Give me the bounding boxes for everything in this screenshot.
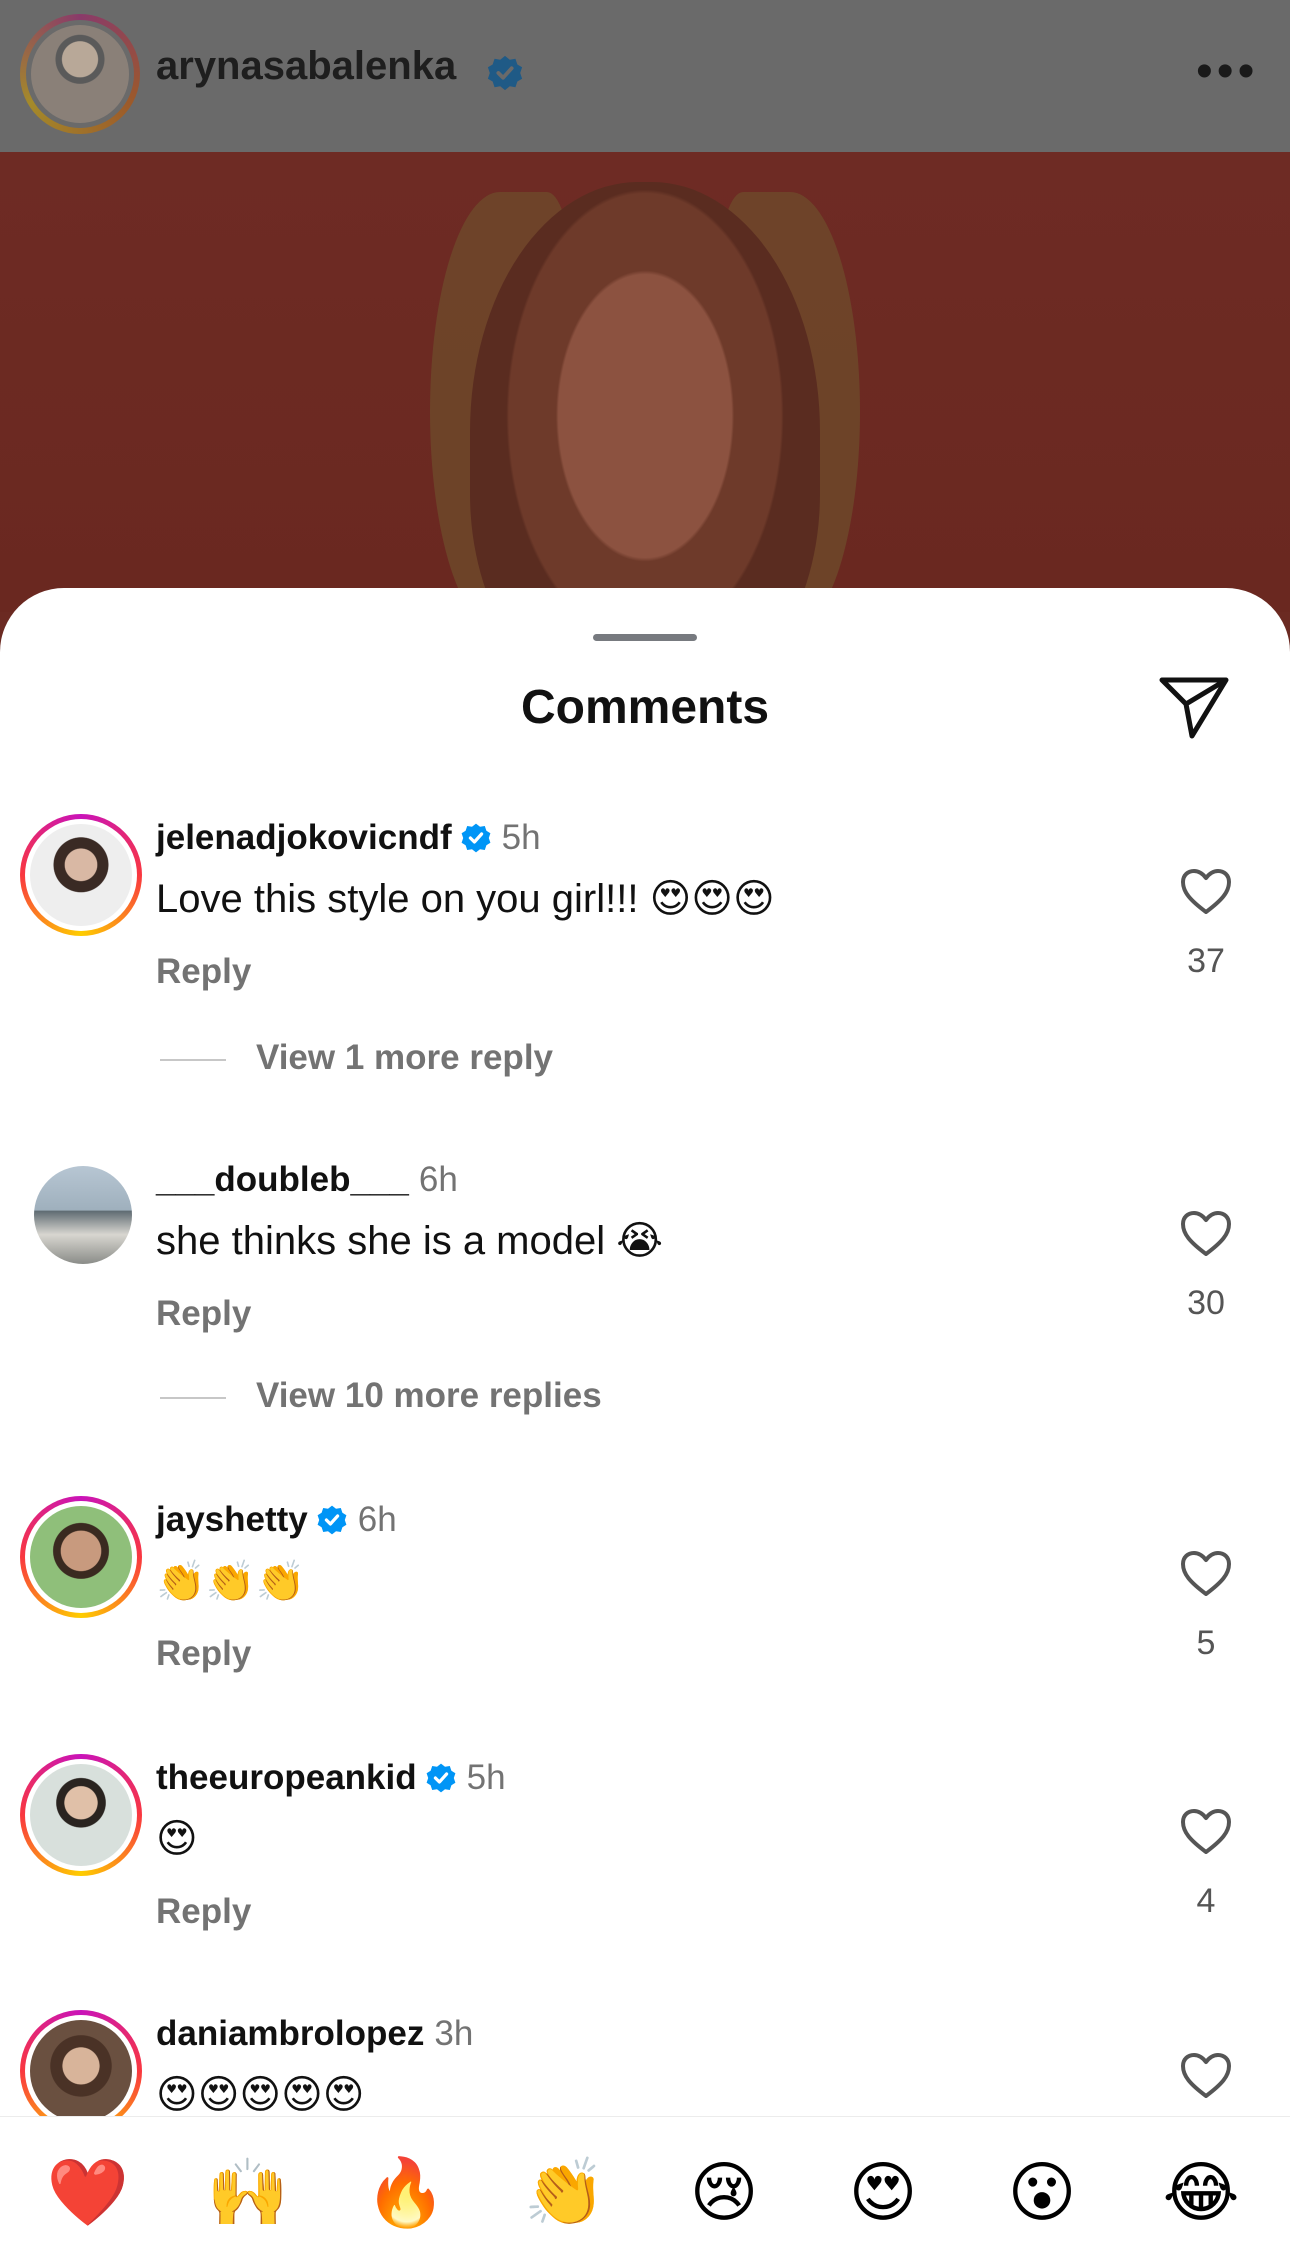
divider	[160, 1059, 226, 1061]
reply-button[interactable]: Reply	[156, 952, 251, 992]
comment-username[interactable]: theeuropeankid	[156, 1758, 417, 1797]
comment-item: theeuropeankid 5h 😍 Reply 4	[0, 1754, 1290, 1994]
reply-button[interactable]: Reply	[156, 1634, 251, 1674]
comment-item: ___doubleb___ 6h she thinks she is a mode…	[0, 1156, 1290, 1396]
verified-badge-icon	[317, 1505, 347, 1535]
post-author-avatar[interactable]	[20, 14, 140, 134]
comment-text: 😍	[156, 1816, 198, 1862]
verified-badge-icon	[487, 55, 523, 91]
view-replies-label: View 1 more reply	[256, 1038, 554, 1077]
paper-plane-icon[interactable]	[1158, 674, 1230, 740]
comment-username[interactable]: jelenadjokovicndf	[156, 818, 452, 857]
view-replies-button[interactable]: View 1 more reply	[0, 1036, 1290, 1086]
clapping-emoji-button[interactable]: 👏	[520, 2153, 610, 2233]
divider	[160, 1397, 226, 1399]
heart-eyes-emoji-button[interactable]: 😍	[838, 2153, 928, 2233]
avatar[interactable]	[20, 814, 142, 936]
sheet-drag-handle[interactable]	[593, 634, 697, 641]
comment-time: 6h	[418, 1160, 458, 1199]
comment-text: 👏👏👏	[156, 1559, 306, 1605]
comment-time: 5h	[501, 818, 541, 857]
heart-outline-icon[interactable]	[1180, 868, 1232, 916]
avatar[interactable]	[20, 2010, 142, 2116]
comments-sheet: Comments jelenadjokovicndf 5h Love this s…	[0, 588, 1290, 2264]
post-author-username[interactable]: arynasabalenka	[156, 44, 456, 89]
heart-outline-icon[interactable]	[1180, 2052, 1232, 2100]
comment-item: daniambrolopez 3h 😍😍😍😍😍	[0, 2010, 1290, 2116]
comment-time: 6h	[357, 1500, 397, 1539]
post-header: arynasabalenka •••	[0, 0, 1290, 152]
comment-text: Love this style on you girl!!! 😍😍😍	[156, 877, 775, 921]
quick-reaction-bar: ❤️ 🙌 🔥 👏 😢 😍 😮 😂	[0, 2116, 1290, 2265]
avatar[interactable]	[34, 1166, 132, 1264]
comment-username[interactable]: jayshetty	[156, 1500, 308, 1539]
comment-username[interactable]: ___doubleb___	[156, 1160, 409, 1199]
view-replies-label: View 10 more replies	[256, 1376, 602, 1415]
reply-button[interactable]: Reply	[156, 1294, 251, 1334]
comment-item: jayshetty 6h 👏👏👏 Reply 5	[0, 1496, 1290, 1736]
like-count: 30	[1187, 1284, 1225, 1322]
raising-hands-emoji-button[interactable]: 🙌	[203, 2153, 293, 2233]
heart-outline-icon[interactable]	[1180, 1808, 1232, 1856]
more-horizontal-icon[interactable]: •••	[1196, 48, 1258, 96]
crying-emoji-button[interactable]: 😢	[679, 2153, 769, 2233]
view-replies-button[interactable]: View 10 more replies	[0, 1374, 1290, 1424]
reply-button[interactable]: Reply	[156, 1892, 251, 1932]
avatar[interactable]	[20, 1754, 142, 1876]
laughing-emoji-button[interactable]: 😂	[1156, 2153, 1246, 2233]
comment-item: jelenadjokovicndf 5h Love this style on y…	[0, 814, 1290, 1054]
sheet-title: Comments	[520, 681, 770, 734]
fire-emoji-button[interactable]: 🔥	[361, 2153, 451, 2233]
comment-time: 3h	[434, 2014, 474, 2053]
heart-outline-icon[interactable]	[1180, 1210, 1232, 1258]
surprised-emoji-button[interactable]: 😮	[997, 2153, 1087, 2233]
comment-time: 5h	[466, 1758, 506, 1797]
heart-emoji-button[interactable]: ❤️	[43, 2153, 133, 2233]
heart-outline-icon[interactable]	[1180, 1550, 1232, 1598]
post-image	[0, 152, 1290, 612]
avatar[interactable]	[20, 1496, 142, 1618]
like-count: 5	[1196, 1624, 1216, 1662]
comment-text: 😍😍😍😍😍	[156, 2072, 365, 2116]
verified-badge-icon	[426, 1763, 456, 1793]
like-count: 37	[1187, 942, 1225, 980]
verified-badge-icon	[461, 823, 491, 853]
comment-username[interactable]: daniambrolopez	[156, 2014, 424, 2053]
like-count: 4	[1196, 1882, 1216, 1920]
comment-text: she thinks she is a model 😭	[156, 1219, 663, 1263]
